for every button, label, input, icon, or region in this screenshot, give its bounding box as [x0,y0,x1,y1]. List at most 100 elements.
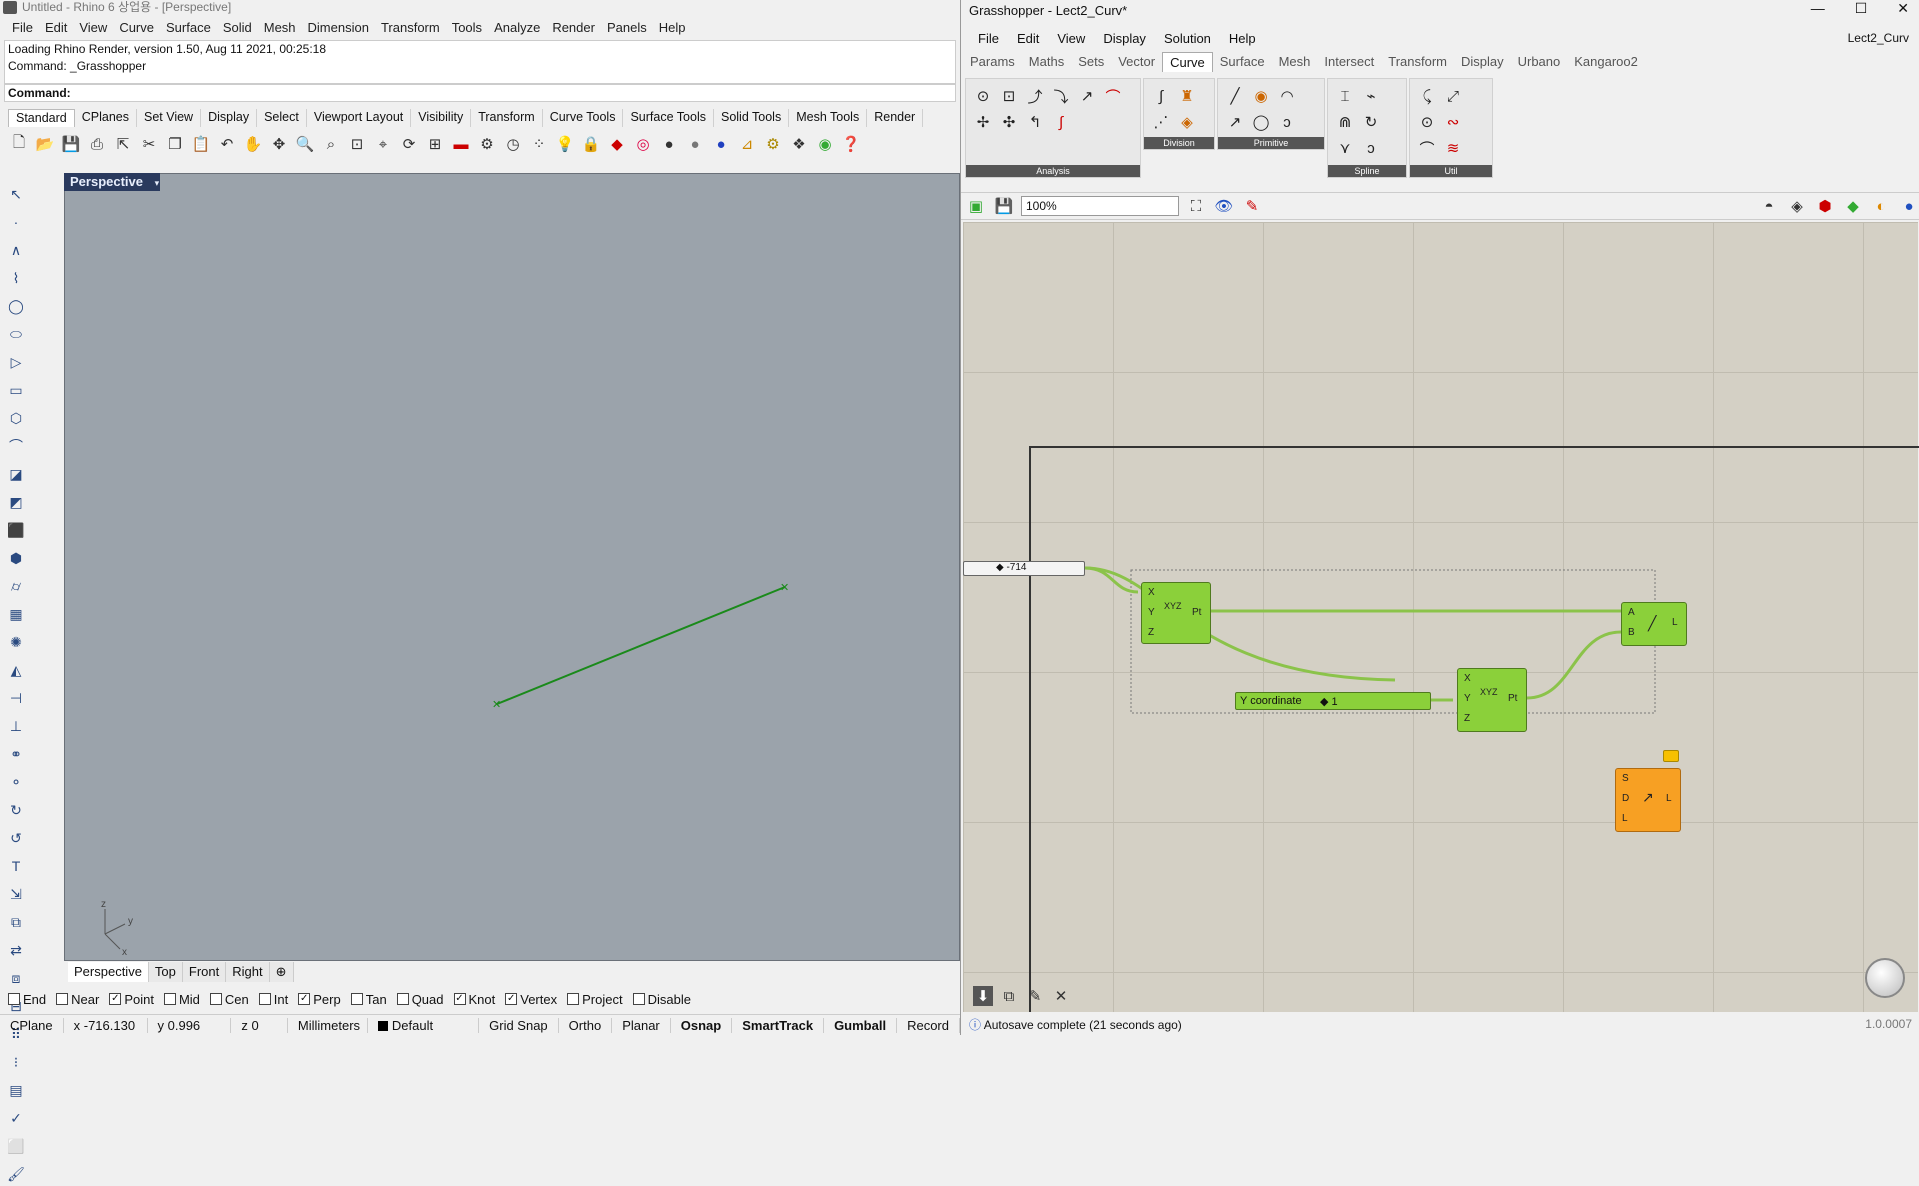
osnap-cen[interactable]: Cen [209,992,249,1007]
checkbox-icon[interactable]: ✓ [453,993,466,1005]
transform-icon[interactable]: ⚬ [4,770,28,794]
canvas-tool-icon[interactable]: ✎ [1025,986,1045,1006]
line-port-a[interactable]: A [1628,607,1635,618]
point-tool-icon[interactable]: · [4,210,28,234]
ellipse-icon[interactable]: ⬭ [4,322,28,346]
checkbox-icon[interactable] [632,993,645,1005]
status-osnap[interactable]: Osnap [671,1017,733,1033]
gh-tab-curve[interactable]: Curve [1162,52,1213,72]
cut-icon[interactable]: ✂ [138,133,160,155]
minimize-icon[interactable]: — [1811,0,1825,24]
pt1-port-y[interactable]: Y [1148,607,1155,618]
rectangle-icon[interactable]: ▭ [4,378,28,402]
tab-curve-tools[interactable]: Curve Tools [543,109,624,127]
zoom-window-icon[interactable]: ⌕ [320,133,342,155]
circle-icon[interactable]: ◯ [4,294,28,318]
line-end-point[interactable]: ✕ [780,582,789,594]
vp-tab-front[interactable]: Front [182,962,227,982]
sphere-blue-icon[interactable]: ● [710,133,732,155]
check-icon[interactable]: ✓ [4,1106,28,1130]
status-record[interactable]: Record [897,1017,960,1033]
group-label-division[interactable]: Division [1144,137,1214,149]
zoom-icon[interactable]: 🔍 [294,133,316,155]
gh-tab-surface[interactable]: Surface [1213,52,1272,72]
save-file-icon[interactable]: 💾 [993,195,1015,217]
export-icon[interactable]: ⇱ [112,133,134,155]
sdl-port-out[interactable]: L [1666,793,1672,804]
spline-tool-icon[interactable]: ↻ [1358,109,1384,135]
box-icon[interactable]: ⬛ [4,518,28,542]
gh-menu-edit[interactable]: Edit [1008,29,1048,49]
status-planar[interactable]: Planar [612,1017,671,1033]
zoom-extents-icon[interactable]: ⛶ [1185,195,1207,217]
checkbox-icon[interactable]: ✓ [109,993,122,1005]
cylinder-icon[interactable]: ⌭ [4,574,28,598]
division-tool-icon[interactable]: ∫ [1148,83,1174,109]
tab-solid-tools[interactable]: Solid Tools [714,109,790,127]
osnap-point[interactable]: ✓ Point [109,992,154,1007]
new-file-icon[interactable]: 🗋 [8,133,30,155]
group-label-analysis[interactable]: Analysis [966,165,1140,177]
rhino-menu-surface[interactable]: Surface [160,18,217,37]
rhino-menu-file[interactable]: File [6,18,39,37]
pt2-port-x[interactable]: X [1464,673,1471,684]
undo-icon[interactable]: ↶ [216,133,238,155]
rhino-menu-analyze[interactable]: Analyze [488,18,546,37]
tab-display[interactable]: Display [201,109,258,127]
rhino-menu-help[interactable]: Help [653,18,692,37]
spline-tool-icon[interactable]: ↄ [1358,135,1384,161]
distribute-icon[interactable]: ⁝ [4,1050,28,1074]
vp-tab-add[interactable]: ⊕ [269,962,294,982]
four-view-icon[interactable]: ⊞ [424,133,446,155]
zoom-extents-icon[interactable]: ⊡ [346,133,368,155]
sphere-preview-icon[interactable]: ● [1898,195,1919,217]
sdl-port-s[interactable]: S [1622,773,1629,784]
globe-icon[interactable]: ◉ [814,133,836,155]
osnap-knot[interactable]: ✓ Knot [453,992,495,1007]
zoom-selected-icon[interactable]: ⌖ [372,133,394,155]
warning-balloon-icon[interactable] [1663,750,1679,762]
line-sdl-icon[interactable]: ↗ [1222,109,1248,135]
command-prompt[interactable]: Command: [4,84,956,102]
status-ortho[interactable]: Ortho [559,1017,613,1033]
group-icon[interactable]: ⧉ [4,910,28,934]
car-icon[interactable]: ▬ [450,133,472,155]
paint-icon[interactable]: 🖌 [4,1162,28,1186]
arc-3pt-icon[interactable]: ↄ [1274,109,1300,135]
checkbox-icon[interactable] [396,993,409,1005]
settings-gear-icon[interactable]: ⚙ [762,133,784,155]
osnap-project[interactable]: Project [567,992,623,1007]
analysis-tool-icon[interactable]: ⤴ [1022,83,1048,109]
division-tool-icon[interactable]: ⋰ [1148,109,1174,135]
rhino-menu-view[interactable]: View [73,18,113,37]
circle-cnr-icon[interactable]: ◉ [1248,83,1274,109]
sdl-port-d[interactable]: D [1622,793,1629,804]
select-arrow-icon[interactable]: ↖ [4,182,28,206]
pt2-port-pt[interactable]: Pt [1508,693,1517,704]
surface-icon[interactable]: ◪ [4,462,28,486]
mesh-icon[interactable]: ▦ [4,602,28,626]
preview-eye-icon[interactable]: 👁 [1213,195,1235,217]
checkbox-icon[interactable] [567,993,580,1005]
page-icon[interactable]: ▤ [4,1078,28,1102]
tab-set-view[interactable]: Set View [137,109,202,127]
arc-tool-icon[interactable]: ◠ [1274,83,1300,109]
util-tool-icon[interactable]: ∾ [1440,109,1466,135]
gh-document-name[interactable]: Lect2_Curv [1848,31,1909,45]
preview-mesh-icon[interactable]: ◆ [1842,195,1864,217]
status-grid-snap[interactable]: Grid Snap [479,1017,559,1033]
division-tool-icon[interactable]: ♜ [1174,83,1200,109]
lock-icon[interactable]: 🔒 [580,133,602,155]
checkbox-icon[interactable]: ✓ [298,993,311,1005]
analysis-tool-icon[interactable]: ✣ [996,109,1022,135]
preview-color-icon[interactable]: ◐ [1870,195,1892,217]
division-tool-icon[interactable]: ◈ [1174,109,1200,135]
osnap-quad[interactable]: Quad [396,992,444,1007]
text-icon[interactable]: T [4,854,28,878]
canvas-tool-icon[interactable]: ⬇ [973,986,993,1006]
canvas-close-icon[interactable]: ✕ [1051,986,1071,1006]
line-component[interactable]: A B ╱ L [1621,602,1687,646]
dim-angle-icon[interactable]: ⊥ [4,714,28,738]
layers-icon[interactable]: ◆ [606,133,628,155]
spline-tool-icon[interactable]: ⌁ [1358,83,1384,109]
